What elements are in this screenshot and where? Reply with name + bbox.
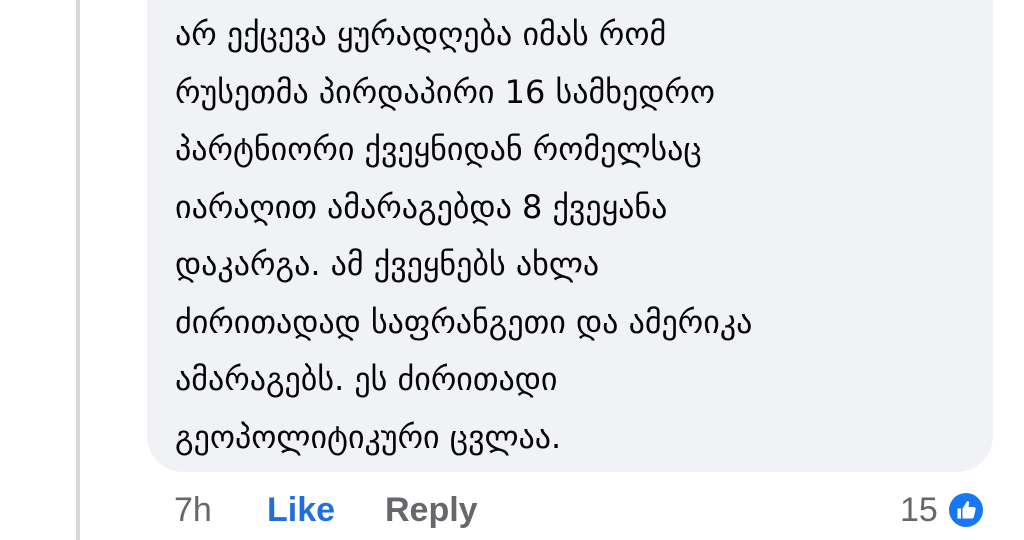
- thread-connector-line: [76, 0, 80, 540]
- comment-line: იარაღით ამარაგებდა 8 ქვეყანა: [175, 187, 668, 226]
- thumbs-up-icon: [946, 490, 986, 530]
- like-button[interactable]: Like: [267, 488, 335, 532]
- reaction-count: 15: [900, 491, 938, 529]
- comment-actions-bar: 7h Like Reply 15: [0, 488, 1024, 532]
- comment-line: დაკარგა. ამ ქვეყნებს ახლა: [175, 245, 600, 283]
- comment-line: არ ექცევა ყურადღება იმას რომ: [175, 15, 667, 53]
- reply-button[interactable]: Reply: [385, 488, 478, 532]
- comment-view: არ ექცევა ყურადღება იმას რომ რუსეთმა პირ…: [0, 0, 1024, 540]
- comment-text: არ ექცევა ყურადღება იმას რომ რუსეთმა პირ…: [175, 6, 752, 466]
- comment-line: გეოპოლიტიკური ცვლაა.: [175, 417, 562, 456]
- reactions-summary[interactable]: 15: [900, 488, 986, 532]
- comment-line: რუსეთმა პირდაპირი 16 სამხედრო: [175, 72, 715, 111]
- comment-line: პარტნიორი ქვეყნიდან რომელსაც: [175, 130, 702, 168]
- comment-line: ამარაგებს. ეს ძირითადი: [175, 360, 558, 398]
- comment-line: ძირითადად საფრანგეთი და ამერიკა: [175, 302, 753, 341]
- comment-timestamp[interactable]: 7h: [174, 488, 212, 532]
